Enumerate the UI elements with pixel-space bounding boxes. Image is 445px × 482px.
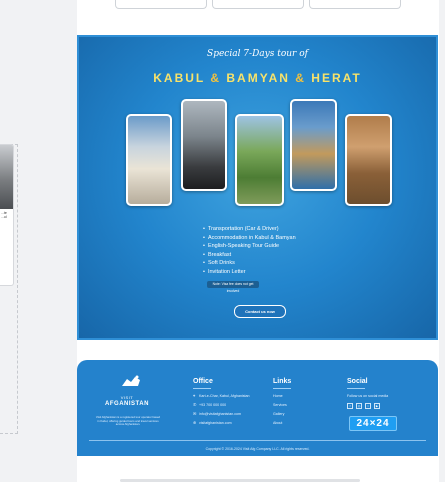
visa-note: Note: Visa fee does not get involved bbox=[207, 281, 259, 293]
footer-copyright: Copyright © 2016-2024 Visit Afg Company … bbox=[205, 447, 310, 451]
left-card-image bbox=[0, 145, 13, 209]
banner-subtitle: Special 7-Days tour of bbox=[207, 49, 308, 59]
title-city-herat: HERAT bbox=[311, 71, 362, 85]
inclusion-item: Breakfast bbox=[203, 251, 296, 260]
footer-link-about[interactable]: About bbox=[273, 421, 282, 425]
footer-link-gallery[interactable]: Gallery bbox=[273, 412, 284, 416]
brand-afganistan: AFGANISTAN bbox=[105, 401, 149, 407]
office-underline bbox=[193, 388, 211, 389]
footer-about-text: Visit Afghanistan is a registered tour o… bbox=[95, 415, 161, 427]
photo-band-e-amir bbox=[290, 99, 337, 191]
links-underline bbox=[273, 388, 291, 389]
globe-icon: ⊕ bbox=[193, 420, 197, 425]
inclusion-item: Transportation (Car & Driver) bbox=[203, 225, 296, 234]
phone-icon: ✆ bbox=[193, 402, 197, 407]
photo-kabul-hill bbox=[181, 99, 227, 191]
title-amp-2: & bbox=[295, 71, 306, 85]
youtube-icon[interactable]: ▶ bbox=[374, 403, 380, 409]
footer-link-home[interactable]: Home bbox=[273, 394, 283, 398]
photo-bamyan-buddha bbox=[345, 114, 392, 206]
facebook-icon[interactable]: f bbox=[347, 403, 353, 409]
contact-us-button[interactable]: Contact us now bbox=[234, 305, 286, 318]
social-underline bbox=[347, 388, 365, 389]
office-phone[interactable]: ✆ +93 700 000 000 bbox=[193, 402, 226, 408]
left-preview-card[interactable]: ...te ...ul bbox=[0, 144, 14, 286]
mail-icon: ✉ bbox=[193, 411, 197, 416]
links-title: Links bbox=[273, 378, 292, 385]
social-title: Social bbox=[347, 378, 368, 385]
inclusion-item: Accommodation in Kabul & Bamyan bbox=[203, 234, 296, 243]
office-title: Office bbox=[193, 378, 213, 385]
banner-title: KABUL & BAMYAN & HERAT bbox=[79, 71, 436, 85]
site-footer: VISIT AFGANISTAN Visit Afghanistan is a … bbox=[77, 360, 438, 456]
photo-bamyan-valley bbox=[235, 114, 284, 206]
top-tab-button-1[interactable] bbox=[115, 0, 207, 9]
inclusion-item: Soft Drinks bbox=[203, 259, 296, 268]
inclusion-item: Invitation Letter bbox=[203, 268, 296, 277]
title-city-kabul: KABUL bbox=[153, 71, 206, 85]
footer-divider bbox=[89, 440, 426, 441]
twitter-icon[interactable]: t bbox=[365, 403, 371, 409]
brand-visit: VISIT bbox=[120, 395, 134, 400]
tour-banner: Special 7-Days tour of KABUL & BAMYAN & … bbox=[77, 35, 438, 340]
photo-kabul-palace bbox=[126, 114, 172, 206]
left-card-text: ...te ...ul bbox=[1, 211, 7, 219]
office-address: ⌖ Kart-e-Char, Kabul, Afghanistan bbox=[193, 393, 250, 399]
footer-link-services[interactable]: Services bbox=[273, 403, 287, 407]
title-amp-1: & bbox=[210, 71, 222, 85]
title-city-bamyan: BAMYAN bbox=[226, 71, 290, 85]
top-tab-button-3[interactable] bbox=[309, 0, 401, 9]
social-follow-text: Follow us on social media bbox=[347, 394, 389, 398]
location-icon: ⌖ bbox=[193, 393, 196, 398]
office-email[interactable]: ✉ info@visitafghanistan.com bbox=[193, 411, 241, 417]
tour-inclusions-list: Transportation (Car & Driver) Accommodat… bbox=[203, 225, 296, 277]
instagram-icon[interactable]: ◎ bbox=[356, 403, 362, 409]
office-website[interactable]: ⊕ visitafghanistan.com bbox=[193, 420, 232, 426]
support-24-badge: 24×24 bbox=[349, 416, 397, 431]
inclusion-item: English-Speaking Tour Guide bbox=[203, 242, 296, 251]
top-tab-button-2[interactable] bbox=[212, 0, 304, 9]
afghanistan-logo-icon bbox=[122, 375, 140, 386]
